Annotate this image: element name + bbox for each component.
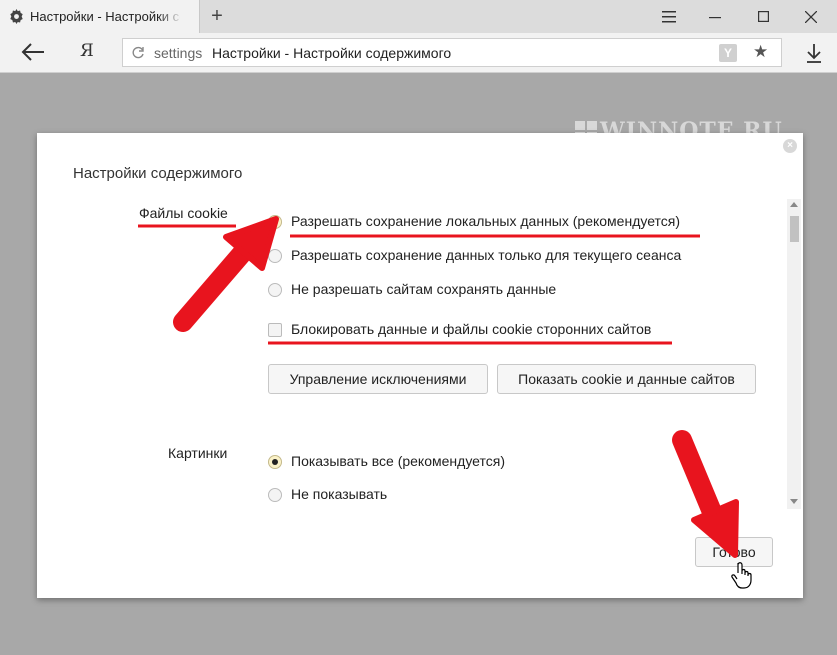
yandex-protect-icon[interactable]: Y xyxy=(719,44,737,62)
option-label: Показывать все (рекомендуется) xyxy=(291,453,505,469)
radio-button[interactable] xyxy=(268,283,282,297)
back-arrow-icon[interactable] xyxy=(20,41,46,63)
radio-button[interactable] xyxy=(268,215,282,229)
new-tab-button[interactable]: + xyxy=(207,6,227,26)
radio-button[interactable] xyxy=(268,488,282,502)
checkbox[interactable] xyxy=(268,323,282,337)
minimize-icon xyxy=(709,17,721,19)
dialog-close-icon[interactable]: × xyxy=(783,139,797,153)
radio-button[interactable] xyxy=(268,455,282,469)
cookies-section-label: Файлы cookie xyxy=(139,205,228,221)
content-settings-dialog: × Настройки содержимого Файлы cookie Раз… xyxy=(37,133,803,598)
option-label: Разрешать сохранение локальных данных (р… xyxy=(291,213,681,229)
done-button[interactable]: Готово xyxy=(695,537,773,567)
reload-icon[interactable] xyxy=(131,46,145,60)
maximize-button[interactable] xyxy=(740,0,786,33)
option-label: Не показывать xyxy=(291,486,388,502)
option-label: Блокировать данные и файлы cookie сторон… xyxy=(291,321,652,337)
scroll-thumb[interactable] xyxy=(790,216,799,242)
menu-button[interactable] xyxy=(646,0,692,33)
maximize-icon xyxy=(757,11,769,23)
dialog-title: Настройки содержимого xyxy=(73,165,243,182)
radio-button[interactable] xyxy=(268,249,282,263)
tab-title-fade xyxy=(158,0,182,33)
close-window-button[interactable] xyxy=(788,0,834,33)
close-icon xyxy=(804,10,818,24)
download-icon[interactable] xyxy=(804,42,824,64)
manage-exceptions-button[interactable]: Управление исключениями xyxy=(268,364,488,394)
bookmark-star-icon[interactable]: ★ xyxy=(753,42,768,62)
option-label: Не разрешать сайтам сохранять данные xyxy=(291,281,557,297)
address-bar[interactable]: settings Настройки - Настройки содержимо… xyxy=(122,38,782,67)
option-label: Разрешать сохранение данных только для т… xyxy=(291,247,682,263)
url-prefix: settings xyxy=(154,45,203,61)
images-section-label: Картинки xyxy=(168,445,228,461)
scroll-up-arrow-icon[interactable] xyxy=(790,202,798,207)
title-bar: Настройки - Настройки содержимого + xyxy=(0,0,837,33)
hamburger-icon xyxy=(662,11,676,23)
url-page-title: Настройки - Настройки содержимого xyxy=(212,45,452,61)
show-cookies-button[interactable]: Показать cookie и данные сайтов xyxy=(497,364,756,394)
navigation-bar: Я settings Настройки - Настройки содержи… xyxy=(0,33,837,73)
gear-icon xyxy=(10,9,23,24)
scroll-down-arrow-icon[interactable] xyxy=(790,499,798,504)
minimize-button[interactable] xyxy=(692,0,738,33)
browser-tab[interactable]: Настройки - Настройки содержимого xyxy=(0,0,200,33)
scrollbar[interactable] xyxy=(787,199,801,509)
yandex-button[interactable]: Я xyxy=(80,41,94,61)
